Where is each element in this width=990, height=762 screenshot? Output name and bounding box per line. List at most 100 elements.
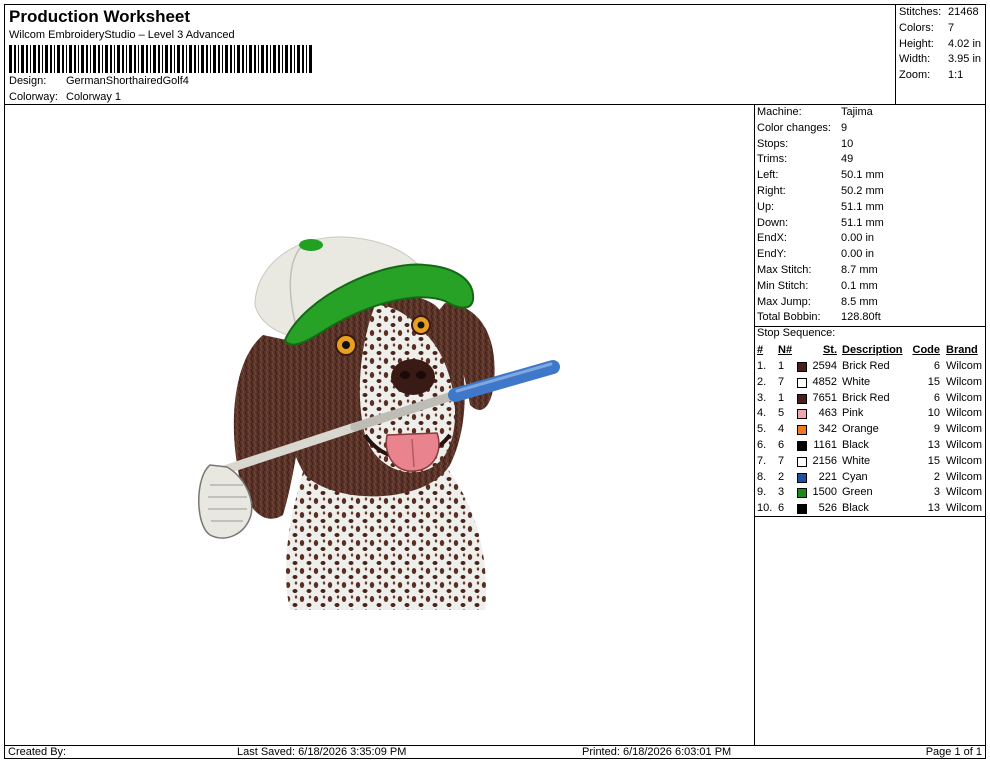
stop-number: 8.: [757, 470, 767, 483]
info-row-totalbobbin: Total Bobbin: 128.80ft: [757, 310, 881, 326]
stitch-count: 7651: [812, 391, 837, 404]
stop-number: 10.: [757, 502, 773, 515]
barcode-image: [9, 45, 312, 73]
info-row-down: Down: 51.1 mm: [757, 216, 884, 232]
stop-number: 1.: [757, 360, 767, 372]
stop-number: 2.: [757, 375, 767, 388]
color-swatch: [797, 456, 807, 467]
info-row-left: Left: 50.1 mm: [757, 168, 884, 184]
info-label: EndY:: [757, 248, 787, 261]
cap-button: [299, 239, 323, 251]
info-row-colorchanges: Color changes: 9: [757, 121, 847, 137]
thread-brand: Wilcom: [946, 454, 983, 467]
table-row: 3. 1 7651 Brick Red 6 Wilcom: [755, 391, 985, 407]
design-name: GermanShorthairedGolf4: [66, 75, 189, 87]
stop-number: 9.: [757, 486, 767, 499]
needle-number: 7: [778, 454, 785, 467]
color-swatch: [797, 472, 807, 483]
machine-info-panel: Machine: Tajima Color changes: 9 Stops: 10 Tri…: [754, 104, 986, 746]
stitch-count: 1161: [813, 439, 837, 451]
needle-number: 6: [778, 439, 785, 451]
info-value: 0.1 mm: [841, 279, 878, 292]
stitch-count: 342: [818, 423, 837, 436]
thread-code: 13: [927, 439, 940, 451]
dog-nose: [391, 359, 435, 395]
design-summary: Stitches: 21468 Colors: 7 Height: 4.02 in W…: [895, 4, 986, 105]
info-label: Min Stitch:: [757, 279, 809, 292]
info-row-maxstitch: Max Stitch: 8.7 mm: [757, 263, 878, 279]
needle-number: 1: [778, 360, 785, 372]
thread-code: 9: [933, 423, 940, 436]
thread-brand: Wilcom: [946, 486, 983, 499]
colorway-row: Colorway: Colorway 1: [9, 91, 121, 103]
table-row: 7. 7 2156 White 15 Wilcom: [755, 454, 985, 470]
page-number: Page 1 of 1: [925, 746, 982, 758]
design-row: Design: GermanShorthairedGolf4: [9, 75, 189, 87]
needle-number: 5: [778, 407, 785, 420]
info-value: 10: [841, 137, 854, 150]
stitch-count: 2594: [812, 360, 837, 372]
column-header: #: [757, 344, 764, 356]
table-row: 1. 1 2594 Brick Red 6 Wilcom: [755, 359, 985, 375]
thread-brand: Wilcom: [946, 470, 983, 483]
thread-code: 6: [933, 391, 940, 404]
info-value: 51.1 mm: [841, 216, 884, 229]
info-value: 50.2 mm: [841, 185, 884, 197]
info-value: 8.5 mm: [841, 295, 878, 308]
table-bottom-divider: [755, 516, 985, 517]
info-row-up: Up: 51.1 mm: [757, 200, 884, 216]
thread-code: 15: [927, 454, 940, 467]
color-swatch: [797, 377, 807, 388]
stop-number: 6.: [757, 439, 767, 451]
thread-code: 3: [933, 486, 940, 499]
stop-table-header: # N# St. Description Code Brand: [755, 343, 985, 359]
column-header: N#: [778, 344, 793, 356]
embroidery-design-image: [198, 236, 560, 610]
thread-description: Black: [842, 502, 869, 515]
document-title: Production Worksheet: [9, 7, 191, 26]
info-label: Color changes:: [757, 121, 831, 134]
table-row: 6. 6 1161 Black 13 Wilcom: [755, 438, 985, 454]
last-saved: Last Saved: 6/18/2026 3:35:09 PM: [237, 746, 407, 758]
software-name: Wilcom EmbroideryStudio – Level 3 Advanc…: [9, 29, 235, 41]
design-label: Design:: [9, 75, 47, 87]
design-preview: [4, 104, 755, 746]
needle-number: 4: [778, 423, 785, 436]
info-row-stops: Stops: 10: [757, 137, 853, 153]
thread-brand: Wilcom: [946, 407, 983, 420]
table-row: 10. 6 526 Black 13 Wilcom: [755, 501, 985, 517]
table-row: 8. 2 221 Cyan 2 Wilcom: [755, 470, 985, 486]
summary-zoom: Zoom: 1:1: [899, 69, 964, 81]
needle-number: 3: [778, 486, 785, 499]
color-swatch: [797, 488, 807, 499]
stop-number: 5.: [757, 423, 767, 436]
summary-stitches: Stitches: 21468: [899, 6, 979, 18]
info-label: Stops:: [757, 137, 789, 150]
info-value: 128.80ft: [841, 311, 881, 324]
info-row-trims: Trims: 49: [757, 152, 853, 168]
info-label: Up:: [757, 200, 775, 213]
info-value: 0.00 in: [841, 232, 875, 245]
colorway-label: Colorway:: [9, 91, 58, 103]
column-header: Code: [912, 344, 941, 356]
thread-code: 6: [933, 360, 940, 372]
summary-colors: Colors: 7: [899, 22, 955, 34]
color-swatch: [797, 504, 807, 515]
thread-brand: Wilcom: [946, 502, 983, 515]
stop-sequence-heading: Stop Sequence:: [757, 327, 836, 339]
info-row-maxjump: Max Jump: 8.5 mm: [757, 295, 878, 311]
info-label: Total Bobbin:: [757, 311, 821, 324]
info-label: Right:: [757, 185, 786, 197]
stop-number: 4.: [757, 407, 767, 420]
color-swatch: [797, 441, 807, 451]
table-row: 9. 3 1500 Green 3 Wilcom: [755, 485, 985, 501]
table-row: 4. 5 463 Pink 10 Wilcom: [755, 406, 985, 422]
summary-width: Width: 3.95 in: [899, 53, 982, 65]
info-label: Trims:: [757, 153, 788, 166]
color-swatch: [797, 362, 807, 372]
thread-description: White: [842, 454, 871, 467]
printed-date: Printed: 6/18/2026 6:03:01 PM: [582, 746, 732, 758]
thread-brand: Wilcom: [946, 423, 983, 436]
thread-code: 10: [927, 407, 940, 420]
info-label: Machine:: [757, 106, 802, 118]
